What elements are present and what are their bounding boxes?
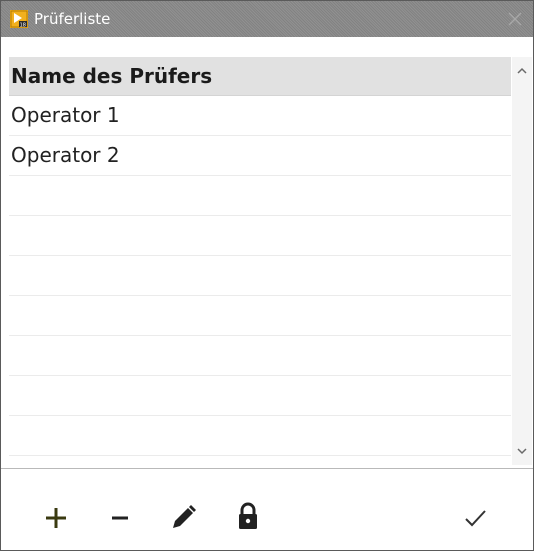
list-item[interactable]: Operator 1 xyxy=(9,96,511,136)
scroll-up-icon[interactable] xyxy=(512,61,532,81)
lock-icon xyxy=(239,502,257,529)
edit-button[interactable] xyxy=(167,500,201,534)
scroll-down-icon[interactable] xyxy=(512,441,532,461)
checkmark-icon xyxy=(465,510,486,527)
examiner-list[interactable]: Name des Prüfers Operator 1 Operator 2 xyxy=(9,57,511,465)
minus-icon xyxy=(112,516,128,520)
toolbar-divider xyxy=(1,468,533,469)
list-item[interactable] xyxy=(9,176,511,216)
list-item[interactable] xyxy=(9,416,511,456)
title-bar[interactable]: 18 Prüferliste xyxy=(1,1,533,37)
list-item[interactable] xyxy=(9,216,511,256)
list-item[interactable] xyxy=(9,256,511,296)
confirm-button[interactable] xyxy=(458,501,492,535)
remove-button[interactable] xyxy=(103,501,137,535)
list-item[interactable] xyxy=(9,296,511,336)
pencil-icon xyxy=(173,505,196,528)
plus-icon xyxy=(46,508,66,528)
list-item[interactable] xyxy=(9,336,511,376)
list-item[interactable]: Operator 2 xyxy=(9,136,511,176)
svg-text:18: 18 xyxy=(20,22,26,28)
app-icon: 18 xyxy=(10,10,28,28)
column-header-name[interactable]: Name des Prüfers xyxy=(9,57,511,96)
window-title: Prüferliste xyxy=(34,10,111,28)
list-item[interactable] xyxy=(9,376,511,416)
close-icon[interactable] xyxy=(505,9,525,29)
add-button[interactable] xyxy=(39,501,73,535)
pruferliste-window: 18 Prüferliste Name des Prüfers Operator… xyxy=(0,0,534,551)
vertical-scrollbar[interactable] xyxy=(512,57,532,465)
lock-button[interactable] xyxy=(231,499,265,533)
